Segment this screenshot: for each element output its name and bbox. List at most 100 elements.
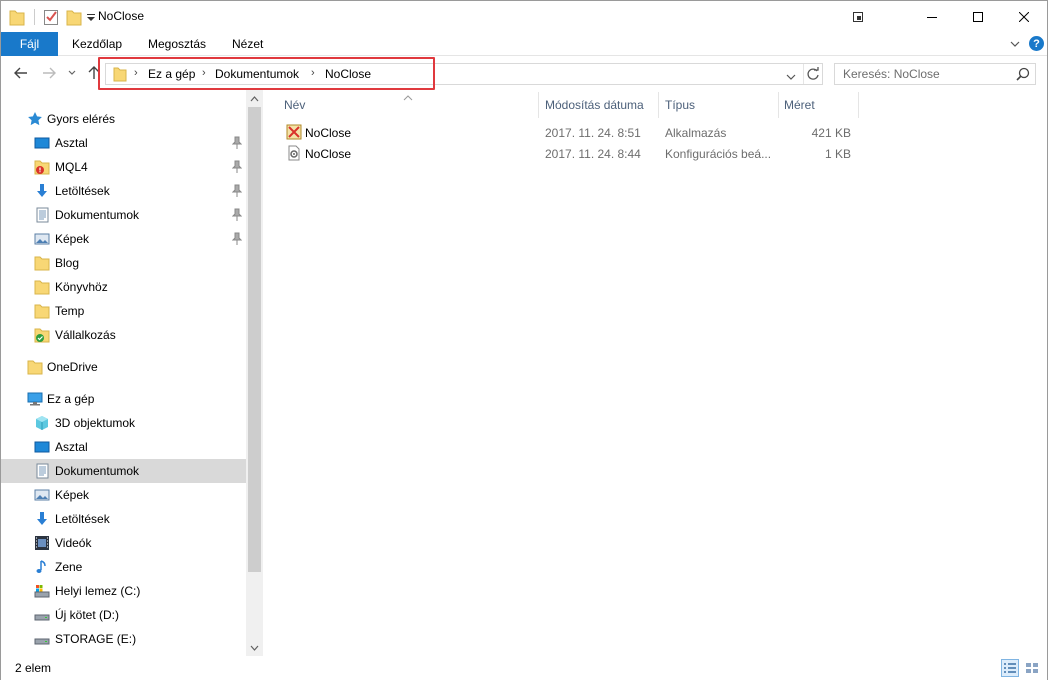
sidebar-item-quick-access[interactable]: Gyors elérés: [1, 107, 246, 131]
column-separator[interactable]: [778, 92, 779, 118]
sidebar-item-blog[interactable]: Blog: [1, 251, 246, 275]
column-separator[interactable]: [658, 92, 659, 118]
scroll-down-icon[interactable]: [246, 639, 263, 656]
sidebar-item-music[interactable]: Zene: [1, 555, 246, 579]
ribbon-tabs: Fájl Kezdőlap Megosztás Nézet ?: [1, 32, 1047, 56]
file-modified: 2017. 11. 24. 8:51: [545, 126, 641, 140]
column-header-type[interactable]: Típus: [665, 93, 695, 117]
sidebar-item-onedrive[interactable]: OneDrive: [1, 355, 246, 379]
sidebar-item-label: Dokumentumok: [55, 464, 140, 478]
tab-file[interactable]: Fájl: [1, 32, 58, 56]
customize-toolbar-icon[interactable]: [87, 7, 95, 27]
sidebar-item-downloads[interactable]: Letöltések: [1, 507, 246, 531]
file-type: Alkalmazás: [665, 126, 727, 140]
details-view-icon[interactable]: [1001, 659, 1019, 677]
sidebar-item-drive-e[interactable]: STORAGE (E:): [1, 627, 246, 651]
config-file-icon: [288, 145, 300, 161]
sidebar-item-label: Gyors elérés: [47, 112, 116, 126]
documents-icon: [36, 207, 49, 223]
sidebar-item-label: 3D objektumok: [55, 416, 136, 430]
documents-icon: [36, 463, 49, 479]
item-count: 2 elem: [15, 661, 52, 675]
scroll-thumb[interactable]: [248, 107, 261, 572]
sidebar-item-videos[interactable]: Videók: [1, 531, 246, 555]
sidebar-item-drive-c[interactable]: Helyi lemez (C:): [1, 579, 246, 603]
sidebar-scrollbar[interactable]: [246, 90, 263, 656]
minimize-button[interactable]: [909, 1, 955, 32]
help-icon[interactable]: ?: [1029, 36, 1044, 51]
tab-home[interactable]: Kezdőlap: [72, 32, 122, 56]
sidebar-item-label: Ez a gép: [47, 392, 95, 406]
sidebar-item-konyvhoz[interactable]: Könyvhöz: [1, 275, 246, 299]
pin-window-icon[interactable]: [835, 1, 881, 32]
expand-ribbon-icon[interactable]: [1008, 36, 1022, 52]
search-icon[interactable]: [1016, 67, 1030, 84]
desktop-icon: [34, 441, 50, 453]
file-list: Név Módosítás dátuma Típus Méret NoClose…: [263, 90, 1047, 656]
warning-folder-icon: [34, 160, 50, 175]
sidebar-item-this-pc[interactable]: Ez a gép: [1, 387, 246, 411]
folder-icon: [34, 280, 50, 295]
back-arrow-icon[interactable]: [11, 63, 31, 83]
pin-icon[interactable]: [232, 232, 242, 246]
tab-view[interactable]: Nézet: [232, 32, 263, 56]
sidebar-item-pictures[interactable]: Képek: [1, 483, 246, 507]
sidebar-item-label: Képek: [55, 232, 90, 246]
navigation-pane: Gyors elérés Asztal MQL4 Letöltések Doku…: [1, 90, 263, 656]
sidebar-item-label: OneDrive: [47, 360, 98, 374]
new-folder-icon[interactable]: [66, 7, 82, 27]
column-separator[interactable]: [538, 92, 539, 118]
download-icon: [37, 184, 47, 197]
sidebar-item-desktop[interactable]: Asztal: [1, 435, 246, 459]
drive-icon: [34, 638, 50, 645]
pin-icon[interactable]: [232, 136, 242, 150]
title-bar: NoClose: [1, 1, 1047, 32]
scroll-up-icon[interactable]: [246, 90, 263, 107]
column-header-modified[interactable]: Módosítás dátuma: [545, 93, 644, 117]
download-icon: [37, 512, 47, 525]
search-placeholder: Keresés: NoClose: [843, 67, 940, 81]
folder-icon: [34, 304, 50, 319]
sidebar-item-vallalkozas[interactable]: Vállalkozás: [1, 323, 246, 347]
table-row[interactable]: NoClose 2017. 11. 24. 8:44 Konfigurációs…: [283, 143, 853, 164]
close-button[interactable]: [1001, 1, 1047, 32]
sidebar-item-label: Dokumentumok: [55, 208, 140, 222]
sidebar-item-documents[interactable]: Dokumentumok: [1, 459, 246, 483]
synced-folder-icon: [34, 328, 50, 343]
forward-arrow-icon[interactable]: [39, 63, 59, 83]
column-header-name[interactable]: Név: [284, 93, 305, 117]
sidebar-item-documents-quick[interactable]: Dokumentumok: [1, 203, 246, 227]
sidebar-item-label: Képek: [55, 488, 90, 502]
explorer-window: NoClose Fájl Kezdőlap Megosztás Nézet ?: [0, 0, 1048, 680]
computer-icon: [27, 392, 43, 406]
pin-icon[interactable]: [232, 184, 242, 198]
divider: [34, 9, 35, 25]
column-separator[interactable]: [858, 92, 859, 118]
file-modified: 2017. 11. 24. 8:44: [545, 147, 641, 161]
file-name: NoClose: [305, 126, 352, 140]
sidebar-item-drive-d[interactable]: Új kötet (D:): [1, 603, 246, 627]
sidebar-item-label: Videók: [55, 536, 92, 550]
sidebar-item-3d-objects[interactable]: 3D objektumok: [1, 411, 246, 435]
tab-share[interactable]: Megosztás: [148, 32, 206, 56]
maximize-button[interactable]: [955, 1, 1001, 32]
recent-locations-icon[interactable]: [65, 63, 79, 83]
refresh-icon[interactable]: [806, 67, 820, 84]
sidebar-item-desktop-quick[interactable]: Asztal: [1, 131, 246, 155]
file-size: 1 KB: [824, 147, 851, 161]
sidebar-item-temp[interactable]: Temp: [1, 299, 246, 323]
chevron-down-icon[interactable]: [786, 69, 796, 83]
pin-icon[interactable]: [232, 160, 242, 174]
search-input[interactable]: Keresés: NoClose: [834, 63, 1036, 85]
pin-icon[interactable]: [232, 208, 242, 222]
sidebar-item-downloads-quick[interactable]: Letöltések: [1, 179, 246, 203]
sidebar-item-label: STORAGE (E:): [55, 632, 137, 646]
sidebar-item-pictures-quick[interactable]: Képek: [1, 227, 246, 251]
large-icons-view-icon[interactable]: [1023, 659, 1041, 677]
sidebar-item-mql4[interactable]: MQL4: [1, 155, 246, 179]
properties-icon[interactable]: [43, 7, 59, 27]
column-header-size[interactable]: Méret: [784, 93, 815, 117]
sidebar-item-label: Blog: [55, 256, 80, 270]
table-row[interactable]: NoClose 2017. 11. 24. 8:51 Alkalmazás 42…: [283, 122, 853, 143]
sidebar-item-label: Letöltések: [55, 512, 110, 526]
